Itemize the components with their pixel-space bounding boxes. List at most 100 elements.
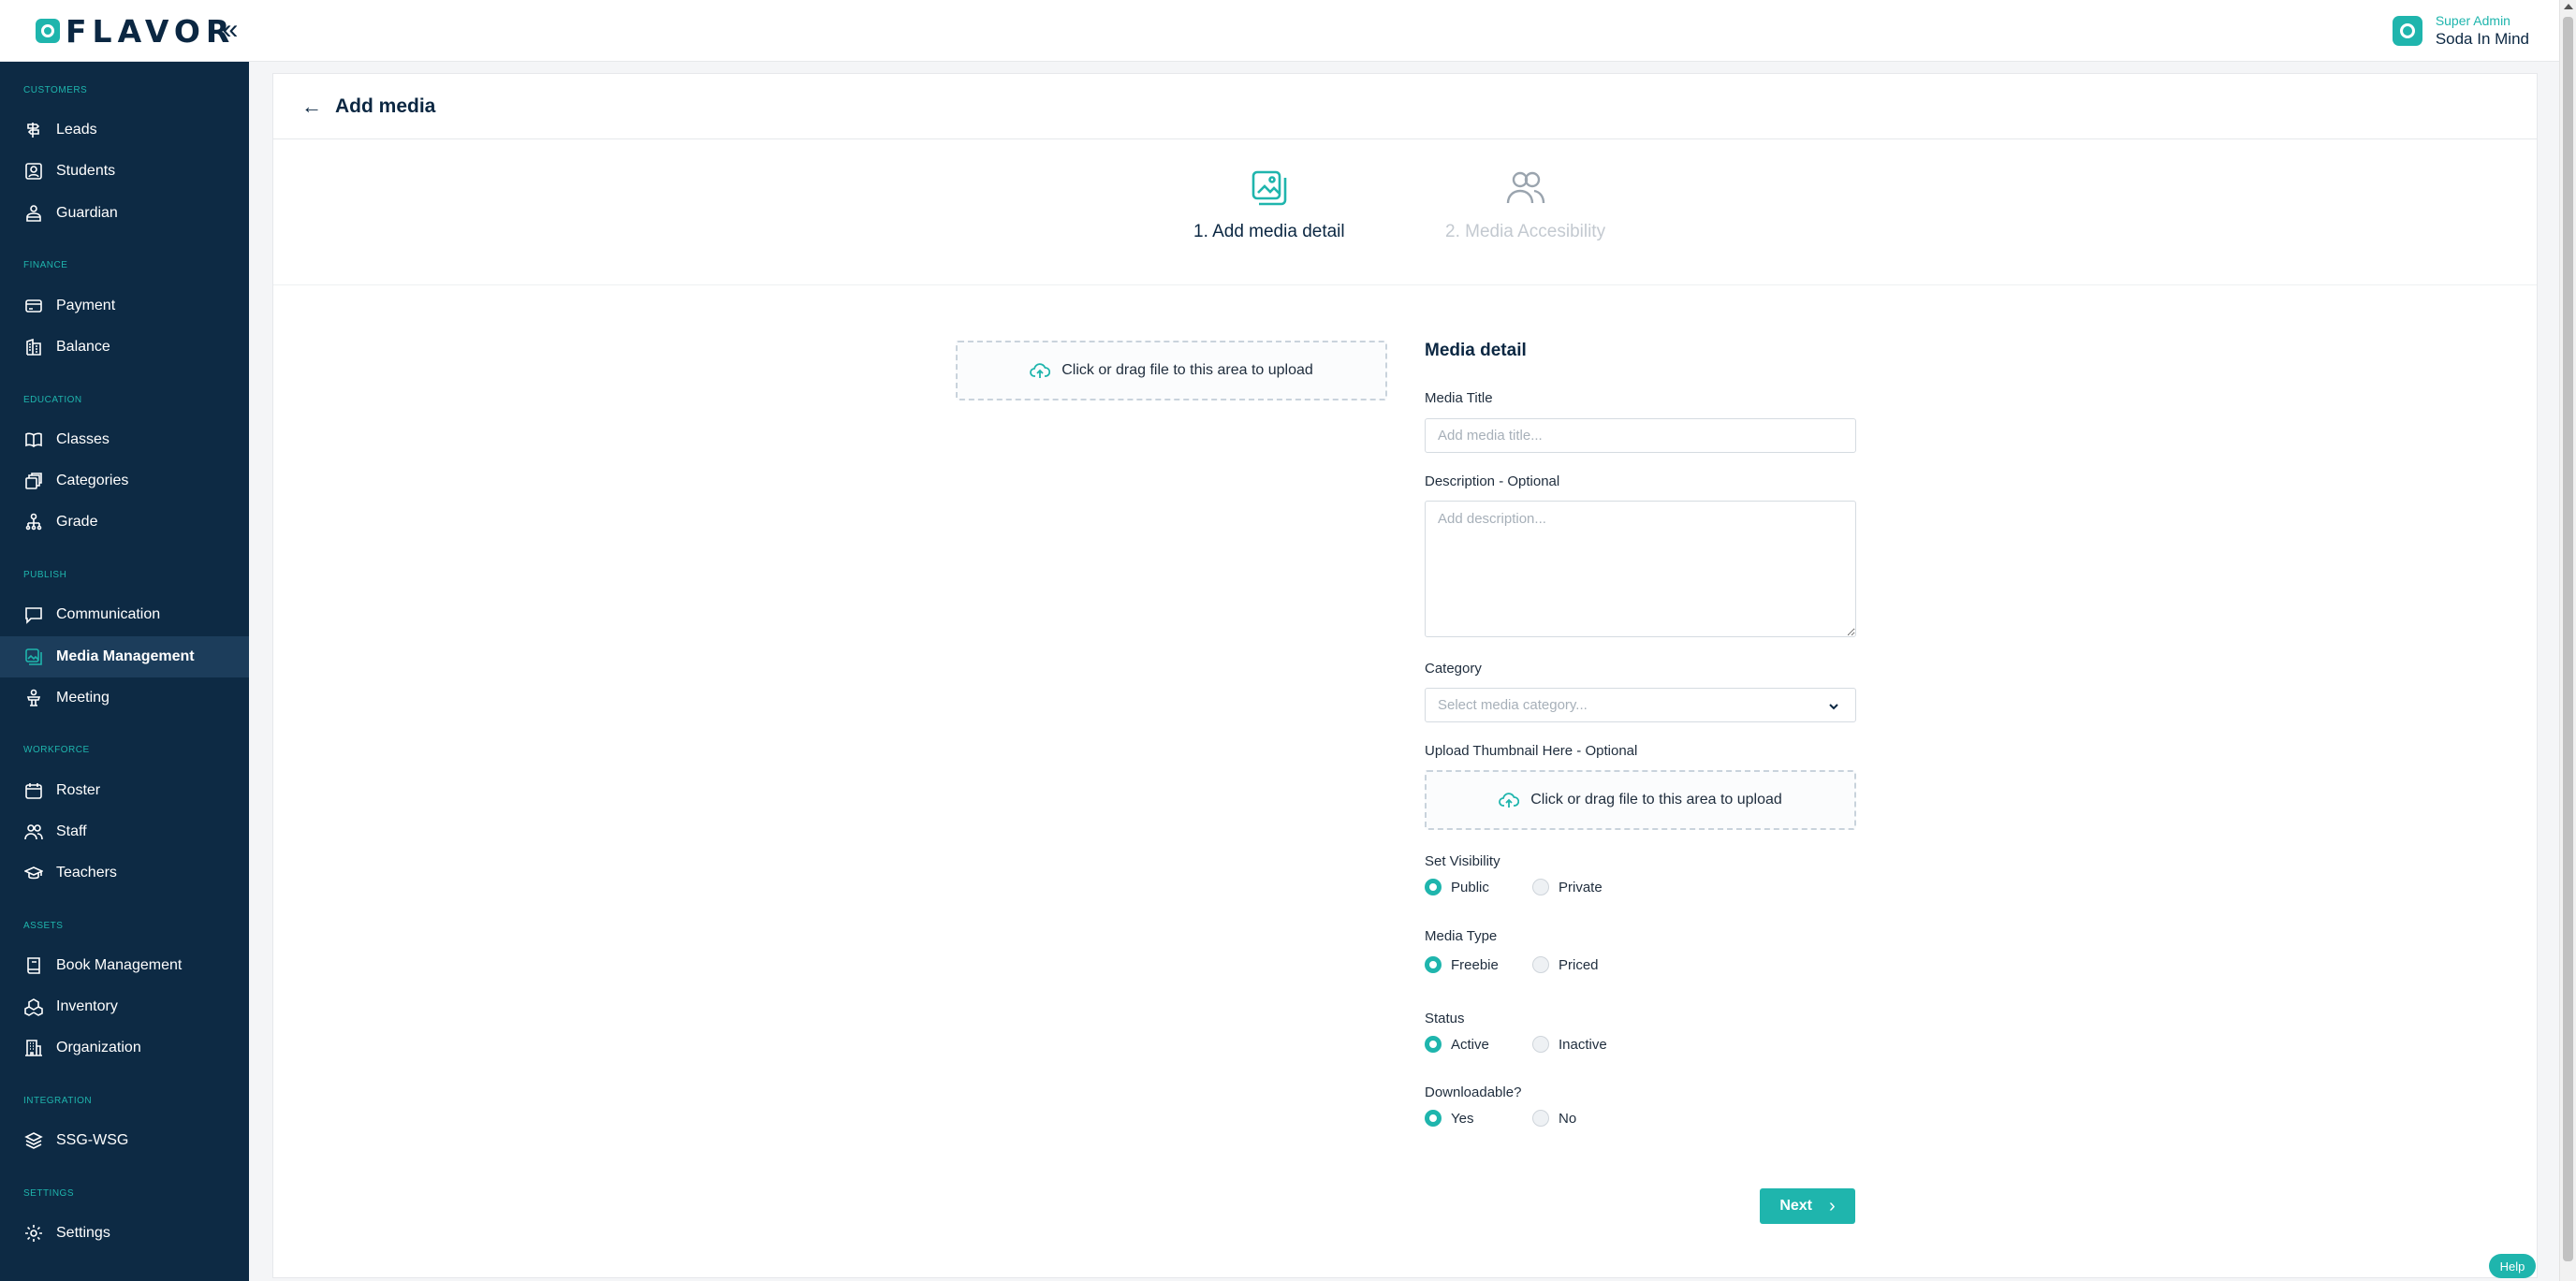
downloadable-radio-group: Yes No <box>1425 1110 1576 1127</box>
book-open-icon <box>24 430 43 449</box>
sidebar-item-categories[interactable]: Categories <box>0 460 249 502</box>
sidebar-item-communication[interactable]: Communication <box>0 594 249 635</box>
scrollbar-thumb[interactable] <box>2563 17 2573 1261</box>
status-active-radio[interactable]: Active <box>1425 1036 1532 1053</box>
visibility-label: Set Visibility <box>1425 853 1500 869</box>
boxes-icon <box>24 997 43 1016</box>
sidebar-item-label: Media Management <box>56 648 195 664</box>
sidebar-item-teachers[interactable]: Teachers <box>0 852 249 894</box>
sidebar-item-book-management[interactable]: Book Management <box>0 945 249 986</box>
radio-label: No <box>1559 1110 1577 1127</box>
main-card: ← Add media 1. Add media detail 2. Media… <box>272 73 2538 1278</box>
hierarchy-icon <box>24 513 43 531</box>
thumbnail-upload-area[interactable]: Click or drag file to this area to uploa… <box>1425 770 1856 830</box>
sidebar-item-label: Teachers <box>56 865 117 881</box>
radio-dot <box>1532 1110 1549 1127</box>
calendar-icon <box>24 781 43 800</box>
book-icon <box>24 956 43 975</box>
layers-icon <box>24 1131 43 1150</box>
downloadable-yes-radio[interactable]: Yes <box>1425 1110 1532 1127</box>
sidebar-item-classes[interactable]: Classes <box>0 419 249 460</box>
sidebar-item-label: Categories <box>56 473 129 488</box>
sidebar-item-roster[interactable]: Roster <box>0 770 249 811</box>
category-select[interactable]: Select media category... <box>1425 688 1856 722</box>
section-title-assets: ASSETS <box>23 921 64 931</box>
sidebar-item-meeting[interactable]: Meeting <box>0 677 249 719</box>
step-media-accesibility[interactable]: 2. Media Accesibility <box>1445 167 1605 242</box>
stack-icon <box>24 472 43 490</box>
podium-icon <box>24 689 43 707</box>
visibility-private-radio[interactable]: Private <box>1532 879 1603 895</box>
sidebar-item-label: Roster <box>56 782 101 798</box>
status-label: Status <box>1425 1011 1465 1026</box>
step-add-media-detail[interactable]: 1. Add media detail <box>1193 167 1345 242</box>
next-button[interactable]: Next › <box>1760 1188 1855 1224</box>
radio-dot <box>1425 1036 1442 1053</box>
radio-label: Inactive <box>1559 1036 1607 1053</box>
sidebar-item-grade[interactable]: Grade <box>0 502 249 543</box>
media-type-radio-group: Freebie Priced <box>1425 956 1599 973</box>
category-select-value: Select media category... <box>1438 697 1588 713</box>
sidebar-item-settings[interactable]: Settings <box>0 1213 249 1254</box>
sidebar-item-payment[interactable]: Payment <box>0 285 249 327</box>
media-upload-area[interactable]: Click or drag file to this area to uploa… <box>956 341 1387 400</box>
sidebar-item-label: Grade <box>56 514 98 530</box>
sidebar-item-ssg-wsg[interactable]: SSG-WSG <box>0 1120 249 1161</box>
status-radio-group: Active Inactive <box>1425 1036 1607 1053</box>
sidebar-item-balance[interactable]: Balance <box>0 327 249 368</box>
page-header: ← Add media <box>273 74 2537 139</box>
user-menu[interactable]: Super Admin Soda In Mind <box>2392 11 2529 51</box>
media-title-input[interactable] <box>1425 418 1856 453</box>
sidebar-item-organization[interactable]: Organization <box>0 1027 249 1069</box>
sidebar-item-guardian[interactable]: Guardian <box>0 193 249 234</box>
user-role: Super Admin <box>2435 13 2510 28</box>
description-textarea[interactable] <box>1425 501 1856 637</box>
status-inactive-radio[interactable]: Inactive <box>1532 1036 1607 1053</box>
radio-dot <box>1532 1036 1549 1053</box>
chat-icon <box>24 605 43 624</box>
section-title-workforce: WORKFORCE <box>23 745 90 755</box>
sidebar-item-label: Guardian <box>56 205 118 221</box>
logo-text: FLAVOR <box>66 12 236 50</box>
visibility-radio-group: Public Private <box>1425 879 1603 895</box>
sidebar-item-label: Meeting <box>56 690 110 706</box>
category-label: Category <box>1425 661 1482 677</box>
visibility-public-radio[interactable]: Public <box>1425 879 1532 895</box>
sidebar-item-staff[interactable]: Staff <box>0 811 249 852</box>
sidebar: CUSTOMERS Leads Students Guardian FINANC… <box>0 62 249 1281</box>
top-bar: FLAVOR « Super Admin Soda In Mind <box>0 0 2576 62</box>
sidebar-item-label: Inventory <box>56 998 118 1014</box>
upload-text: Click or drag file to this area to uploa… <box>1061 362 1313 378</box>
media-type-freebie-radio[interactable]: Freebie <box>1425 956 1532 973</box>
sidebar-item-leads[interactable]: Leads <box>0 109 249 151</box>
upload-text: Click or drag file to this area to uploa… <box>1530 792 1782 808</box>
sidebar-item-inventory[interactable]: Inventory <box>0 986 249 1027</box>
graduation-cap-icon <box>24 864 43 882</box>
logo[interactable]: FLAVOR <box>36 12 236 50</box>
back-arrow-icon[interactable]: ← <box>301 95 322 117</box>
help-button[interactable]: Help <box>2489 1254 2536 1278</box>
page-title: Add media <box>335 95 436 117</box>
sidebar-item-label: SSG-WSG <box>56 1132 129 1148</box>
sidebar-item-label: Book Management <box>56 957 183 973</box>
sidebar-item-label: Leads <box>56 122 97 138</box>
sidebar-item-students[interactable]: Students <box>0 151 249 192</box>
downloadable-no-radio[interactable]: No <box>1532 1110 1576 1127</box>
media-icon <box>1251 170 1287 206</box>
chevron-right-icon: › <box>1829 1196 1836 1216</box>
page-scrollbar[interactable] <box>2559 0 2576 1281</box>
downloadable-label: Downloadable? <box>1425 1084 1522 1100</box>
users-icon <box>24 822 43 841</box>
sidebar-item-label: Students <box>56 163 116 179</box>
stepper: 1. Add media detail 2. Media Accesibilit… <box>273 139 2537 285</box>
sidebar-item-label: Staff <box>56 823 87 839</box>
step-label: 2. Media Accesibility <box>1445 222 1606 241</box>
scroll-up-icon[interactable] <box>2564 4 2573 9</box>
section-title-media-detail: Media detail <box>1425 341 1527 360</box>
media-type-label: Media Type <box>1425 928 1498 944</box>
office-icon <box>24 1039 43 1057</box>
student-card-icon <box>24 162 43 181</box>
sidebar-item-media-management[interactable]: Media Management <box>0 636 249 677</box>
media-type-priced-radio[interactable]: Priced <box>1532 956 1599 973</box>
collapse-sidebar-icon[interactable]: « <box>218 16 242 44</box>
